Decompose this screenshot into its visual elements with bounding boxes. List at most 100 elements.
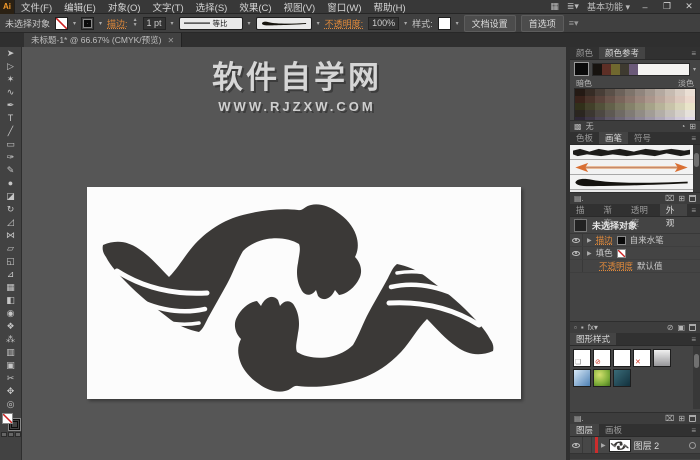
gradient-tool-icon[interactable]: ◧ — [0, 294, 22, 307]
clear-appearance-icon[interactable]: ⊘ — [667, 323, 674, 332]
color-variation-swatch[interactable] — [635, 96, 645, 103]
tab-layers-图层[interactable]: 图层 — [570, 424, 600, 436]
red-mark-style[interactable]: ✕ — [633, 349, 651, 367]
none-mode-icon[interactable] — [14, 432, 21, 437]
limit-colors-icon[interactable]: ▩ — [574, 122, 582, 131]
color-variation-swatch[interactable] — [625, 110, 635, 117]
visibility-toggle[interactable] — [570, 247, 583, 259]
color-variation-swatch[interactable] — [575, 89, 585, 96]
color-variation-swatch[interactable] — [585, 110, 595, 117]
color-variation-swatch[interactable] — [685, 96, 695, 103]
plain-white-style[interactable] — [613, 349, 631, 367]
color-variation-swatch[interactable] — [615, 96, 625, 103]
restore-button[interactable]: ❐ — [660, 1, 674, 12]
appearance-opacity-row[interactable]: 不透明度 默认值 — [570, 260, 700, 273]
color-variation-swatch[interactable] — [645, 96, 655, 103]
symbol-sprayer-tool-icon[interactable]: ⁂ — [0, 333, 22, 346]
color-variation-swatch[interactable] — [645, 89, 655, 96]
width-profile-preview[interactable]: 等比 — [178, 16, 243, 30]
color-variation-swatch[interactable] — [655, 96, 665, 103]
color-variation-swatch[interactable] — [575, 110, 585, 117]
red-slash-style[interactable]: ⊘ — [593, 349, 611, 367]
menu-item[interactable]: 视图(V) — [278, 0, 322, 14]
line-tool-icon[interactable]: ╱ — [0, 125, 22, 138]
color-variation-swatch[interactable] — [595, 89, 605, 96]
panel-menu-icon[interactable]: ≡ — [687, 47, 700, 59]
color-variation-swatch[interactable] — [635, 89, 645, 96]
tab-brushes-色板[interactable]: 色板 — [570, 132, 599, 144]
free-transform-tool-icon[interactable]: ▱ — [0, 242, 22, 255]
harmony-swatch[interactable] — [602, 63, 611, 75]
width-tool-icon[interactable]: ⋈ — [0, 229, 22, 242]
minimize-button[interactable]: – — [638, 2, 652, 12]
pen-tool-icon[interactable]: ✒ — [0, 99, 22, 112]
expand-icon[interactable]: ▶ — [587, 250, 592, 257]
color-variation-swatch[interactable] — [645, 103, 655, 110]
color-variation-swatch[interactable] — [605, 89, 615, 96]
new-fill-icon[interactable]: ▪ — [581, 323, 584, 332]
stroke-link[interactable]: 描边 — [596, 234, 613, 246]
opacity-panel-link[interactable]: 不透明度: — [325, 17, 364, 30]
color-variation-swatch[interactable] — [665, 89, 675, 96]
layer-visibility-toggle[interactable] — [570, 437, 583, 453]
menu-item[interactable]: 帮助(H) — [368, 0, 412, 14]
color-variation-swatch[interactable] — [635, 110, 645, 117]
menu-item[interactable]: 效果(C) — [233, 0, 277, 14]
color-variation-swatch[interactable] — [615, 89, 625, 96]
color-variation-swatch[interactable] — [685, 103, 695, 110]
new-stroke-icon[interactable]: ▫ — [574, 323, 577, 332]
color-variation-swatch[interactable] — [675, 103, 685, 110]
column-graph-tool-icon[interactable]: ▥ — [0, 346, 22, 359]
color-variation-swatch[interactable] — [665, 103, 675, 110]
tab-brushes-符号[interactable]: 符号 — [628, 132, 657, 144]
color-variation-swatch[interactable] — [645, 110, 655, 117]
color-variation-swatch[interactable] — [685, 89, 695, 96]
styles-scrollbar[interactable] — [693, 346, 700, 409]
delete-item-icon[interactable] — [689, 324, 696, 331]
color-variation-swatch[interactable] — [655, 103, 665, 110]
selection-tool-icon[interactable]: ➤ — [0, 47, 22, 60]
perspective-grid-tool-icon[interactable]: ⊿ — [0, 268, 22, 281]
harmony-dropdown-icon[interactable]: ▾ — [693, 66, 696, 73]
mesh-tool-icon[interactable]: ▦ — [0, 281, 22, 294]
direct-selection-tool-icon[interactable]: ▷ — [0, 60, 22, 73]
document-setup-button[interactable]: 文档设置 — [463, 14, 516, 32]
color-variation-swatch[interactable] — [655, 89, 665, 96]
remove-brush-stroke-icon[interactable]: ⌧ — [665, 194, 674, 203]
edit-colors-icon[interactable]: ◔ — [680, 122, 685, 131]
rectangle-tool-icon[interactable]: ▭ — [0, 138, 22, 151]
brush-libraries-icon[interactable]: ▤. — [574, 194, 584, 203]
color-variation-swatch[interactable] — [625, 103, 635, 110]
menu-item[interactable]: 文件(F) — [15, 0, 58, 14]
arrange-documents-icon[interactable]: ▦ — [550, 1, 559, 12]
zoom-tool-icon[interactable]: ◎ — [0, 398, 22, 411]
panel-menu-icon[interactable]: ≡ — [687, 132, 700, 144]
brushes-scrollbar[interactable] — [693, 145, 700, 192]
opacity-link[interactable]: 不透明度 — [599, 260, 633, 272]
pencil-tool-icon[interactable]: ✎ — [0, 164, 22, 177]
layer-thumbnail[interactable] — [608, 438, 631, 452]
base-color-swatch[interactable] — [574, 62, 589, 76]
harmony-swatch[interactable] — [620, 63, 629, 75]
eraser-tool-icon[interactable]: ◪ — [0, 190, 22, 203]
opacity-field[interactable]: 100% — [368, 16, 400, 30]
new-style-icon[interactable]: ⊞ — [678, 414, 685, 423]
blue-gradient-style[interactable] — [573, 369, 591, 387]
fill-stroke-indicator[interactable] — [1, 413, 21, 431]
lasso-tool-icon[interactable]: ∿ — [0, 86, 22, 99]
slice-tool-icon[interactable]: ✂ — [0, 372, 22, 385]
fill-none-swatch[interactable] — [616, 248, 626, 258]
expand-icon[interactable]: ▶ — [587, 237, 592, 244]
brush-item[interactable] — [570, 160, 693, 175]
tab-appearance-描边[interactable]: 描边 — [570, 204, 597, 228]
harmony-color-strip[interactable] — [592, 62, 690, 76]
tab-brushes-画笔[interactable]: 画笔 — [599, 132, 629, 144]
color-variation-swatch[interactable] — [605, 103, 615, 110]
color-variation-swatch[interactable] — [675, 96, 685, 103]
paintbrush-tool-icon[interactable]: ✑ — [0, 151, 22, 164]
layer-expand-icon[interactable]: ▶ — [601, 442, 606, 449]
delete-style-icon[interactable] — [689, 415, 696, 422]
color-variation-swatch[interactable] — [625, 96, 635, 103]
stroke-weight-field[interactable]: 1 pt — [142, 16, 166, 30]
document-tab[interactable]: 未标题-1* @ 66.67% (CMYK/预览) ✕ — [24, 33, 183, 47]
